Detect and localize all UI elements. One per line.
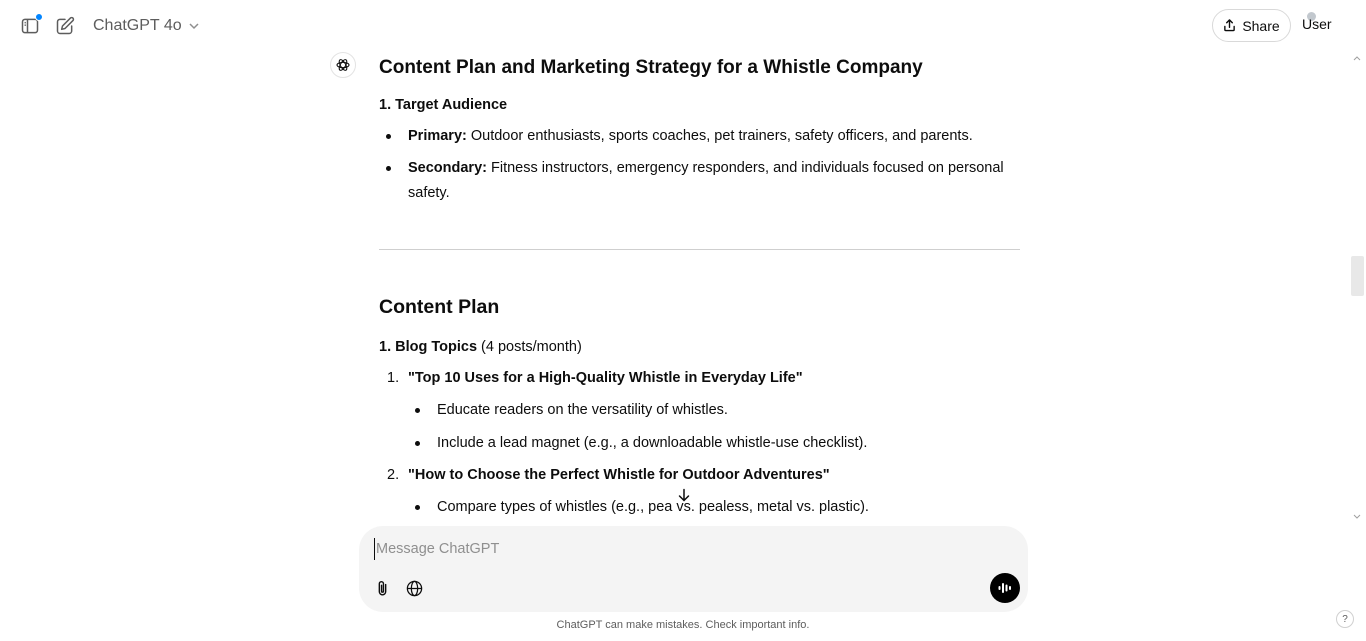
disclaimer-text: ChatGPT can make mistakes. Check importa… [556, 619, 810, 631]
bullet-text: Outdoor enthusiasts, sports coaches, pet… [466, 128, 973, 144]
conversation-area: Content Plan and Marketing Strategy for … [0, 52, 1366, 525]
list-item: Include a lead magnet (e.g., a downloada… [415, 431, 1012, 456]
top-bar: ChatGPT 4o Share User [0, 0, 1366, 52]
blog-frequency: (4 posts/month) [477, 339, 582, 355]
assistant-avatar [330, 52, 356, 78]
globe-icon [405, 579, 424, 598]
blog-heading-label: 1. Blog Topics [379, 339, 478, 355]
list-item: Primary: Outdoor enthusiasts, sports coa… [386, 124, 1013, 149]
paperclip-icon [373, 579, 392, 598]
sidebar-toggle-button[interactable] [16, 12, 44, 40]
openai-logo-icon [334, 56, 352, 74]
share-button[interactable]: Share [1212, 9, 1291, 42]
model-selector[interactable]: ChatGPT 4o [93, 15, 200, 37]
waveform-icon [997, 580, 1013, 596]
notification-dot [35, 13, 43, 21]
list-number: 1. [387, 370, 400, 386]
message-title: Content Plan and Marketing Strategy for … [379, 57, 923, 78]
bullet-label: Primary: [408, 128, 467, 144]
chevron-down-icon [188, 20, 200, 32]
scroll-down-arrow-icon[interactable] [1352, 513, 1362, 521]
content-plan-heading: Content Plan [379, 296, 500, 318]
share-label: Share [1242, 17, 1280, 34]
share-icon [1223, 19, 1236, 32]
list-item: Educate readers on the versatility of wh… [415, 398, 1012, 423]
web-search-button[interactable] [403, 577, 425, 599]
help-button[interactable]: ? [1336, 610, 1354, 628]
scroll-up-arrow-icon[interactable] [1352, 54, 1362, 62]
list-item: Secondary: Fitness instructors, emergenc… [386, 156, 1013, 206]
list-item: Compare types of whistles (e.g., pea vs.… [415, 495, 1012, 520]
message-input[interactable] [374, 538, 974, 560]
divider [379, 249, 1020, 250]
post-title: "How to Choose the Perfect Whistle for O… [408, 467, 830, 483]
voice-mode-button[interactable] [990, 573, 1020, 603]
model-name: ChatGPT 4o [93, 17, 182, 34]
post-title: "Top 10 Uses for a High-Quality Whistle … [408, 370, 803, 386]
bullet-text: Fitness instructors, emergency responder… [408, 160, 1004, 201]
scroll-to-bottom-button[interactable] [671, 482, 697, 508]
list-number: 2. [387, 467, 400, 483]
scrollbar-thumb[interactable] [1351, 256, 1364, 296]
blog-topics-heading: 1. Blog Topics (4 posts/month) [379, 335, 582, 360]
attach-button[interactable] [371, 577, 393, 599]
arrow-down-icon [677, 488, 691, 502]
new-chat-icon [55, 16, 75, 36]
message-composer [359, 526, 1028, 612]
section-heading: 1. Target Audience [379, 97, 508, 113]
bullet-label: Secondary: [408, 160, 487, 176]
new-chat-button[interactable] [51, 12, 79, 40]
user-menu[interactable]: User [1302, 16, 1332, 32]
